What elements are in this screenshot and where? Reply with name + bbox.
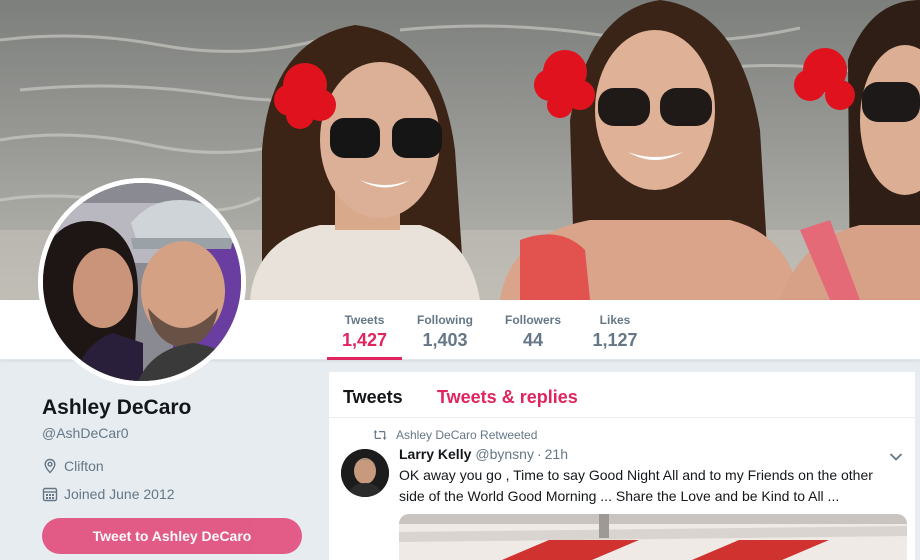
- stat-followers-value: 44: [522, 330, 544, 350]
- retweet-context: Ashley DeCaro Retweeted: [373, 428, 537, 442]
- stat-tweets[interactable]: Tweets 1,427: [327, 300, 402, 360]
- profile-location-text: Clifton: [64, 458, 104, 474]
- tab-tweets[interactable]: Tweets: [343, 387, 403, 408]
- profile-avatar[interactable]: [38, 178, 246, 386]
- retweet-note[interactable]: Ashley DeCaro Retweeted: [396, 428, 537, 442]
- stat-likes[interactable]: Likes 1,127: [585, 300, 645, 360]
- stat-tweets-label: Tweets: [344, 313, 385, 327]
- tweet-header: Larry Kelly @bynsny · 21h: [399, 446, 568, 462]
- tweet-media-image[interactable]: [399, 514, 907, 560]
- timeline: Tweets Tweets & replies Ashley DeCaro Re…: [328, 371, 916, 560]
- location-pin-icon: [44, 458, 56, 474]
- tweet-separator: ·: [536, 446, 542, 462]
- stat-likes-value: 1,127: [592, 330, 638, 350]
- tweet-author-avatar[interactable]: [341, 449, 389, 497]
- profile-location: Clifton: [42, 456, 104, 476]
- calendar-icon: [42, 487, 58, 502]
- stat-followers-label: Followers: [504, 313, 561, 327]
- stat-following-label: Following: [417, 313, 473, 327]
- retweet-icon: [373, 430, 387, 440]
- profile-joined-text: Joined June 2012: [64, 486, 175, 502]
- stat-following-value: 1,403: [422, 330, 468, 350]
- tweet-timestamp[interactable]: 21h: [545, 446, 568, 462]
- tweet-to-button[interactable]: Tweet to Ashley DeCaro: [42, 518, 302, 554]
- tweet-author-name[interactable]: Larry Kelly: [399, 446, 471, 462]
- stat-likes-label: Likes: [599, 313, 631, 327]
- tweet-text: OK away you go , Time to say Good Night …: [399, 467, 873, 504]
- stat-followers[interactable]: Followers 44: [500, 300, 566, 360]
- profile-joined: Joined June 2012: [42, 484, 175, 504]
- tweet-author-handle[interactable]: @bynsny: [475, 446, 534, 462]
- stat-tweets-value: 1,427: [341, 330, 388, 350]
- chevron-down-icon[interactable]: [889, 452, 903, 462]
- stat-following[interactable]: Following 1,403: [410, 300, 480, 360]
- tab-tweets-and-replies[interactable]: Tweets & replies: [437, 387, 578, 408]
- profile-name[interactable]: Ashley DeCaro: [42, 396, 191, 420]
- profile-handle[interactable]: @AshDeCar0: [42, 425, 129, 441]
- timeline-tabs: Tweets Tweets & replies: [329, 372, 915, 418]
